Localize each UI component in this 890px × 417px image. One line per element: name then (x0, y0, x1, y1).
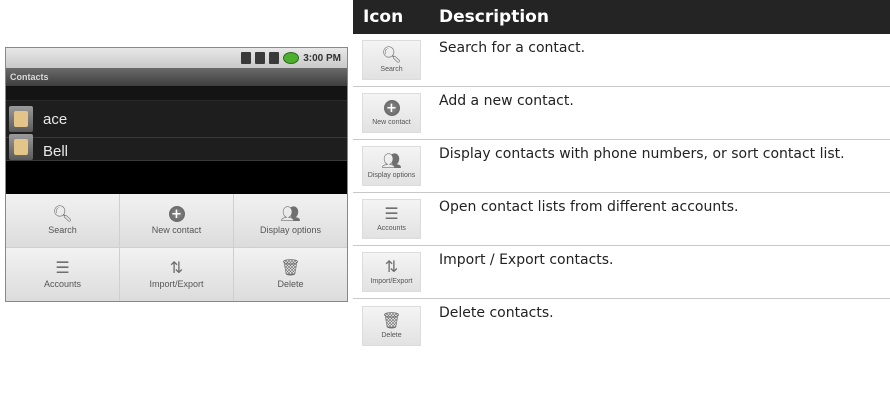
usb-icon (241, 52, 252, 64)
row-description: Open contact lists from different accoun… (439, 199, 739, 215)
accounts-icon: ☰ (55, 258, 70, 277)
icon-cell: ⇅ Import/Export (353, 246, 430, 298)
menu-search-button[interactable]: 🔍︎ Search (6, 194, 119, 247)
icon-sample: + New contact (362, 93, 421, 133)
icon-label: Accounts (377, 225, 406, 232)
table-row: ☰ Accounts Open contact lists from diffe… (353, 193, 890, 246)
icon-cell: 👥︎ Display options (353, 140, 430, 192)
contact-name: Bell (43, 143, 69, 160)
icon-sample: 🗑︎ Delete (362, 305, 421, 346)
row-description: Search for a contact. (439, 40, 586, 56)
trash-icon: 🗑︎ (280, 258, 301, 277)
phone-screenshot: 3:00 PM Contacts ace Bell 🔍︎ Search + Ne… (5, 47, 348, 302)
icon-sample: ⇅ Import/Export (362, 252, 421, 292)
icon-cell: 🗑︎ Delete (353, 299, 430, 352)
row-description: Display contacts with phone numbers, or … (439, 146, 845, 162)
battery-icon (283, 52, 300, 64)
status-bar: 3:00 PM (6, 48, 347, 68)
menu-label: Accounts (43, 279, 82, 289)
table-row: 🔍︎ Search Search for a contact. (353, 34, 890, 87)
menu-delete-button[interactable]: 🗑︎ Delete (234, 248, 347, 301)
table-row: + New contact Add a new contact. (353, 87, 890, 140)
icon-sample: 👥︎ Display options (362, 146, 421, 186)
options-menu: 🔍︎ Search + New contact 👥︎ Display optio… (6, 194, 347, 301)
import-export-icon: ⇅ (384, 257, 399, 276)
icon-description-table: Icon Description 🔍︎ Search Search for a … (353, 0, 890, 352)
contact-list-item[interactable]: Bell (6, 134, 347, 161)
app-title: Contacts (6, 68, 347, 86)
menu-label: Search (48, 225, 77, 235)
table-row: ⇅ Import/Export Import / Export contacts… (353, 246, 890, 299)
row-description: Import / Export contacts. (439, 252, 614, 268)
contact-list-item[interactable]: ace (6, 101, 347, 138)
search-icon: 🔍︎ (52, 204, 73, 223)
table-header: Icon Description (353, 0, 890, 34)
menu-label: Import/Export (149, 279, 204, 289)
menu-label: Display options (259, 225, 322, 235)
accounts-icon: ☰ (384, 204, 399, 223)
icon-label: Search (380, 66, 403, 73)
menu-import-export-button[interactable]: ⇅ Import/Export (120, 248, 233, 301)
icon-label: Delete (381, 331, 402, 339)
menu-display-options-button[interactable]: 👥︎ Display options (234, 194, 347, 247)
icon-label: Import/Export (370, 278, 413, 285)
trash-icon: 🗑︎ (381, 310, 402, 330)
contact-name: ace (43, 110, 68, 128)
row-description: Delete contacts. (439, 305, 554, 321)
menu-new-contact-button[interactable]: + New contact (120, 194, 233, 247)
icon-cell: 🔍︎ Search (353, 34, 430, 86)
row-description: Add a new contact. (439, 93, 574, 109)
icon-sample: 🔍︎ Search (362, 40, 421, 80)
add-contact-icon: + (383, 100, 400, 116)
icon-label: Display options (367, 172, 416, 179)
icon-label: New contact (372, 119, 411, 126)
icon-sample: ☰ Accounts (362, 199, 421, 239)
menu-label: Delete (277, 279, 304, 289)
contact-avatar-icon (9, 106, 33, 132)
table-row: 🗑︎ Delete Delete contacts. (353, 299, 890, 352)
icon-cell: + New contact (353, 87, 430, 139)
header-description-column: Description (439, 7, 549, 27)
search-icon: 🔍︎ (381, 45, 402, 64)
people-icon: 👥︎ (381, 151, 402, 170)
menu-accounts-button[interactable]: ☰ Accounts (6, 248, 119, 301)
menu-label: New contact (151, 225, 202, 235)
sd-card-icon (255, 52, 266, 64)
header-icon-column: Icon (363, 7, 404, 27)
contact-avatar-icon (9, 134, 33, 160)
table-row: 👥︎ Display options Display contacts with… (353, 140, 890, 193)
status-time: 3:00 PM (303, 52, 341, 64)
signal-icon (269, 52, 280, 64)
import-export-icon: ⇅ (169, 258, 184, 277)
list-divider (6, 86, 347, 101)
icon-cell: ☰ Accounts (353, 193, 430, 245)
add-contact-icon: + (168, 206, 185, 222)
people-icon: 👥︎ (280, 204, 301, 223)
